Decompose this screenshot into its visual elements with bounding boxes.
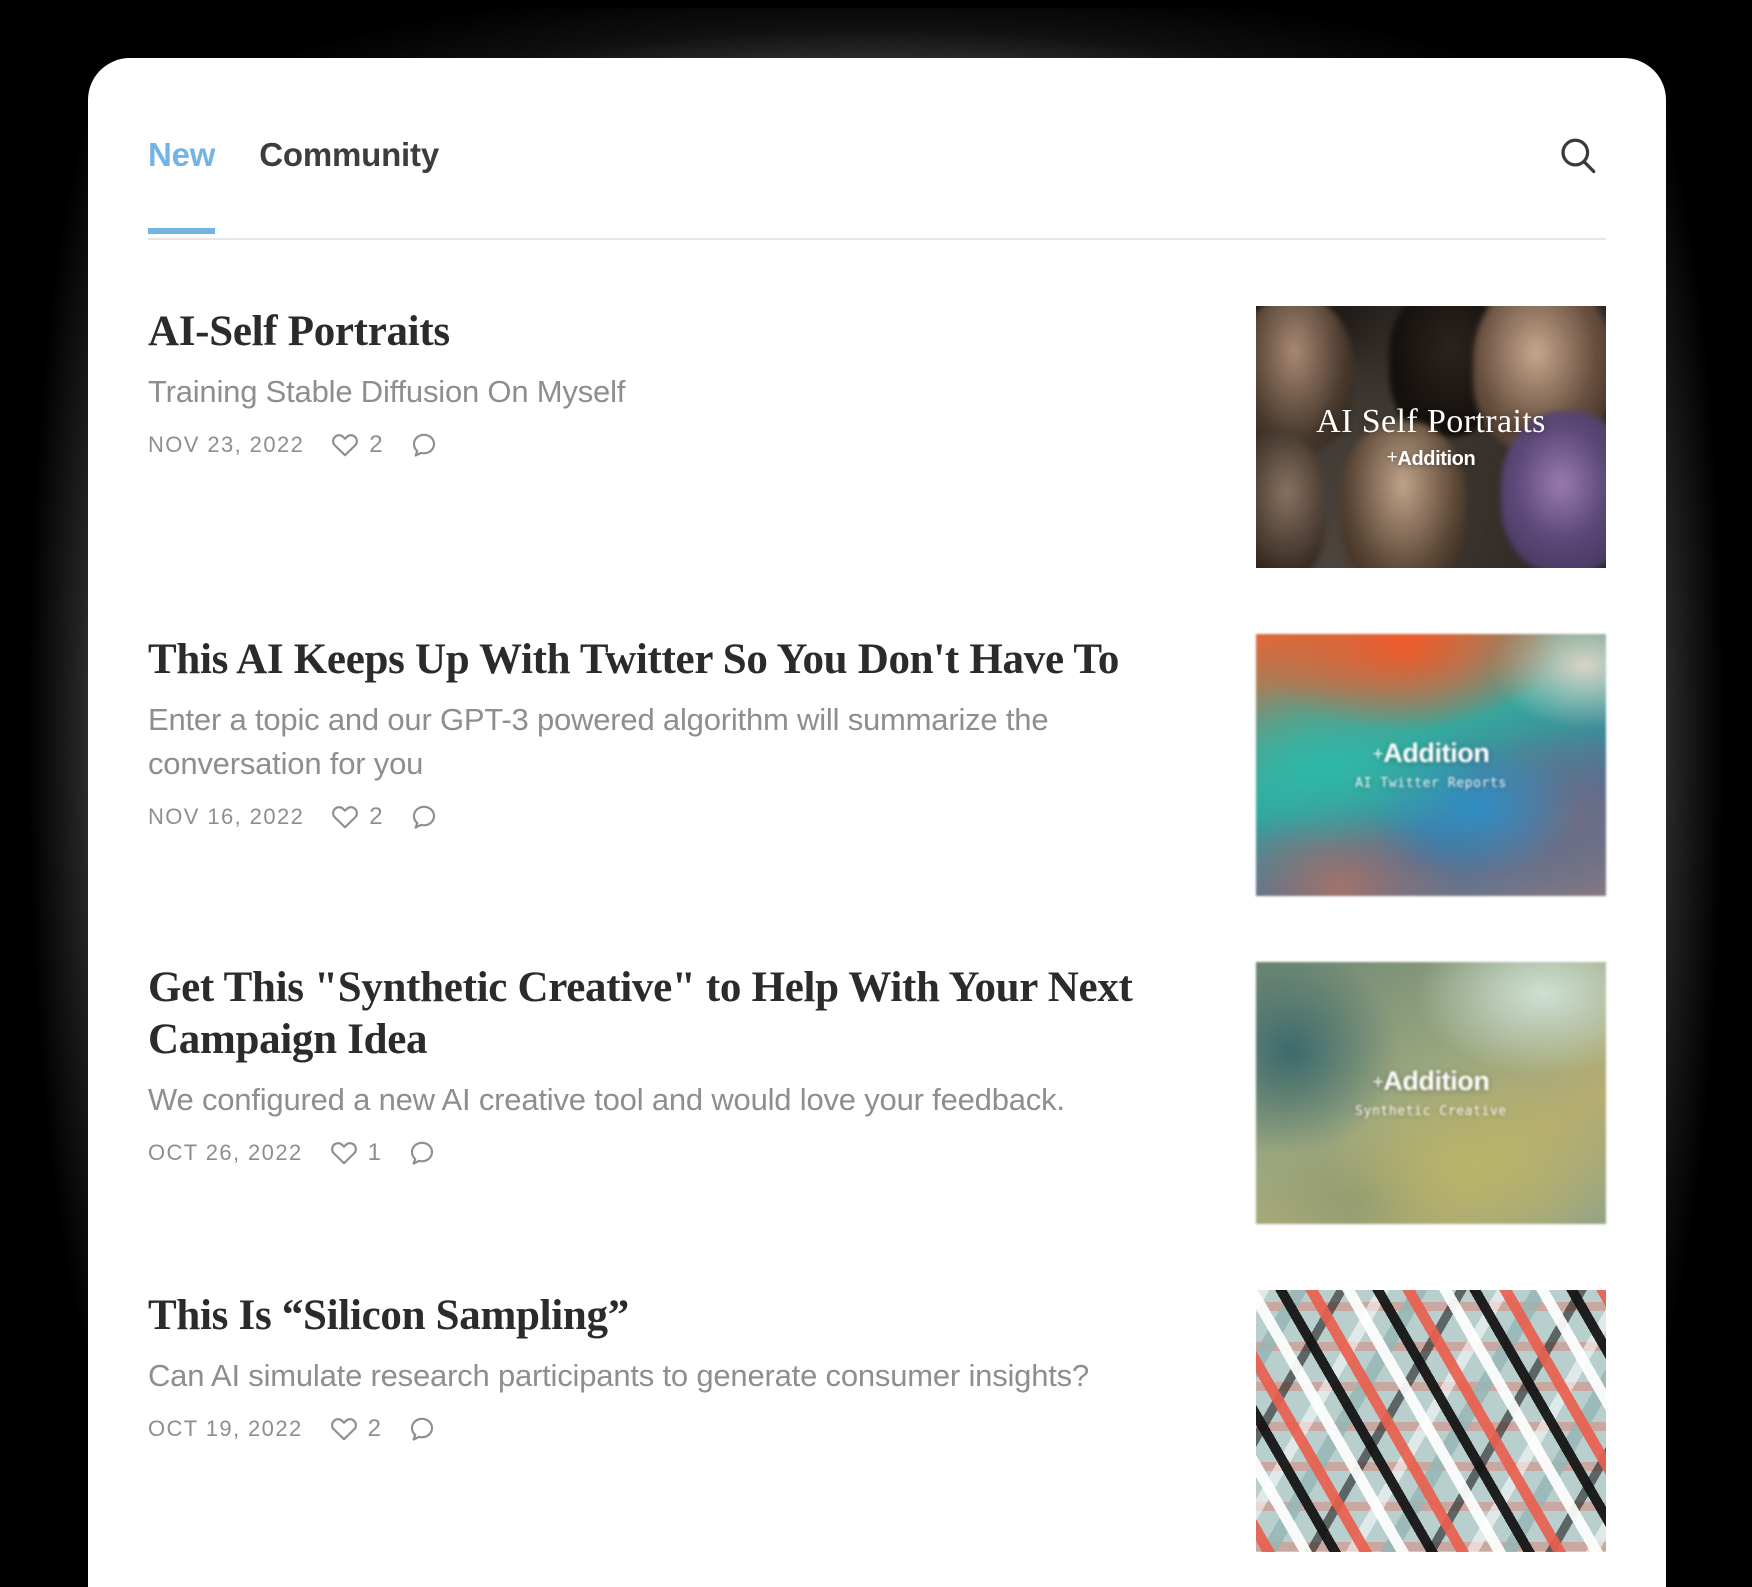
brand-plus: + — [1372, 744, 1384, 766]
device-screen: New Community AI-Self Portraits Training… — [88, 58, 1666, 1587]
brand-plus: + — [1372, 1072, 1384, 1094]
brand-plus: + — [1386, 446, 1398, 468]
article-date: NOV 23, 2022 — [148, 432, 305, 458]
article-text-block: AI-Self Portraits Training Stable Diffus… — [148, 306, 1158, 460]
thumbnail-tag: AI Twitter Reports — [1355, 775, 1507, 791]
article-date: NOV 16, 2022 — [148, 804, 305, 830]
article-subtitle: Can AI simulate research participants to… — [148, 1358, 1090, 1394]
tab-community-label: Community — [259, 136, 439, 173]
thumbnail-brand: +Addition — [1256, 1066, 1606, 1097]
article-thumbnail[interactable]: +Addition AI Twitter Reports — [1256, 634, 1606, 896]
article-card[interactable]: Get This "Synthetic Creative" to Help Wi… — [148, 896, 1606, 1224]
article-subtitle: Training Stable Diffusion On Myself — [148, 374, 626, 410]
like-stat[interactable]: 2 — [330, 430, 383, 460]
like-stat[interactable]: 2 — [329, 1414, 381, 1444]
article-feed: AI-Self Portraits Training Stable Diffus… — [148, 240, 1606, 1552]
article-title[interactable]: This Is “Silicon Sampling” — [148, 1290, 1158, 1342]
brand-name: Addition — [1383, 738, 1490, 769]
tab-community[interactable]: Community — [259, 136, 439, 232]
comment-stat[interactable] — [407, 1138, 437, 1168]
like-count: 1 — [367, 1139, 381, 1167]
thumbnail-title: AI Self Portraits — [1316, 403, 1546, 441]
thumbnail-brand: +Addition — [1256, 446, 1606, 470]
search-icon — [1555, 133, 1601, 179]
heart-icon — [329, 1138, 359, 1168]
like-count: 2 — [369, 803, 383, 831]
like-stat[interactable]: 1 — [329, 1138, 381, 1168]
article-meta: OCT 26, 2022 1 — [148, 1138, 1158, 1168]
isometric-office-illustration — [1256, 1290, 1606, 1552]
tab-new-text: New — [148, 136, 216, 173]
article-meta: NOV 16, 2022 2 — [148, 802, 1158, 832]
comment-stat[interactable] — [409, 802, 439, 832]
article-text-block: This Is “Silicon Sampling” Can AI simula… — [148, 1290, 1158, 1444]
search-button[interactable] — [1550, 128, 1606, 184]
thumbnail-brand: +Addition — [1256, 738, 1606, 769]
like-stat[interactable]: 2 — [330, 802, 383, 832]
article-text-block: Get This "Synthetic Creative" to Help Wi… — [148, 962, 1158, 1168]
tab-new[interactable]: New — [148, 136, 216, 234]
comment-icon — [407, 1414, 437, 1444]
article-meta: NOV 23, 2022 2 — [148, 430, 1158, 460]
thumbnail-tag: Synthetic Creative — [1355, 1103, 1507, 1119]
thumbnail-overlay: AI Self Portraits +Addition — [1256, 404, 1606, 470]
article-text-block: This AI Keeps Up With Twitter So You Don… — [148, 634, 1158, 832]
article-card[interactable]: This AI Keeps Up With Twitter So You Don… — [148, 568, 1606, 896]
article-title[interactable]: This AI Keeps Up With Twitter So You Don… — [148, 634, 1158, 686]
thumbnail-overlay: +Addition Synthetic Creative — [1256, 1066, 1606, 1119]
article-subtitle: Enter a topic and our GPT-3 powered algo… — [148, 702, 1049, 782]
heart-icon — [329, 1414, 359, 1444]
brand-name: Addition — [1383, 1066, 1490, 1097]
heart-icon — [330, 430, 360, 460]
comment-stat[interactable] — [407, 1414, 437, 1444]
tab-new-label: New — [148, 136, 215, 173]
like-count: 2 — [367, 1415, 381, 1443]
article-title[interactable]: Get This "Synthetic Creative" to Help Wi… — [148, 962, 1158, 1066]
article-subtitle: We configured a new AI creative tool and… — [148, 1082, 1065, 1118]
article-date: OCT 19, 2022 — [148, 1416, 303, 1442]
comment-stat[interactable] — [409, 430, 439, 460]
like-count: 2 — [369, 431, 383, 459]
article-thumbnail[interactable]: AI Self Portraits +Addition — [1256, 306, 1606, 568]
article-meta: OCT 19, 2022 2 — [148, 1414, 1158, 1444]
article-thumbnail[interactable] — [1256, 1290, 1606, 1552]
comment-icon — [409, 430, 439, 460]
tab-list: New Community — [148, 136, 439, 234]
article-title[interactable]: AI-Self Portraits — [148, 306, 1158, 358]
article-date: OCT 26, 2022 — [148, 1140, 303, 1166]
tab-bar: New Community — [148, 58, 1606, 240]
device-frame: New Community AI-Self Portraits Training… — [0, 0, 1752, 1587]
brand-name: Addition — [1397, 447, 1476, 470]
comment-icon — [409, 802, 439, 832]
article-thumbnail[interactable]: +Addition Synthetic Creative — [1256, 962, 1606, 1224]
thumbnail-overlay: +Addition AI Twitter Reports — [1256, 738, 1606, 791]
comment-icon — [407, 1138, 437, 1168]
article-card[interactable]: AI-Self Portraits Training Stable Diffus… — [148, 240, 1606, 568]
article-card[interactable]: This Is “Silicon Sampling” Can AI simula… — [148, 1224, 1606, 1552]
heart-icon — [330, 802, 360, 832]
